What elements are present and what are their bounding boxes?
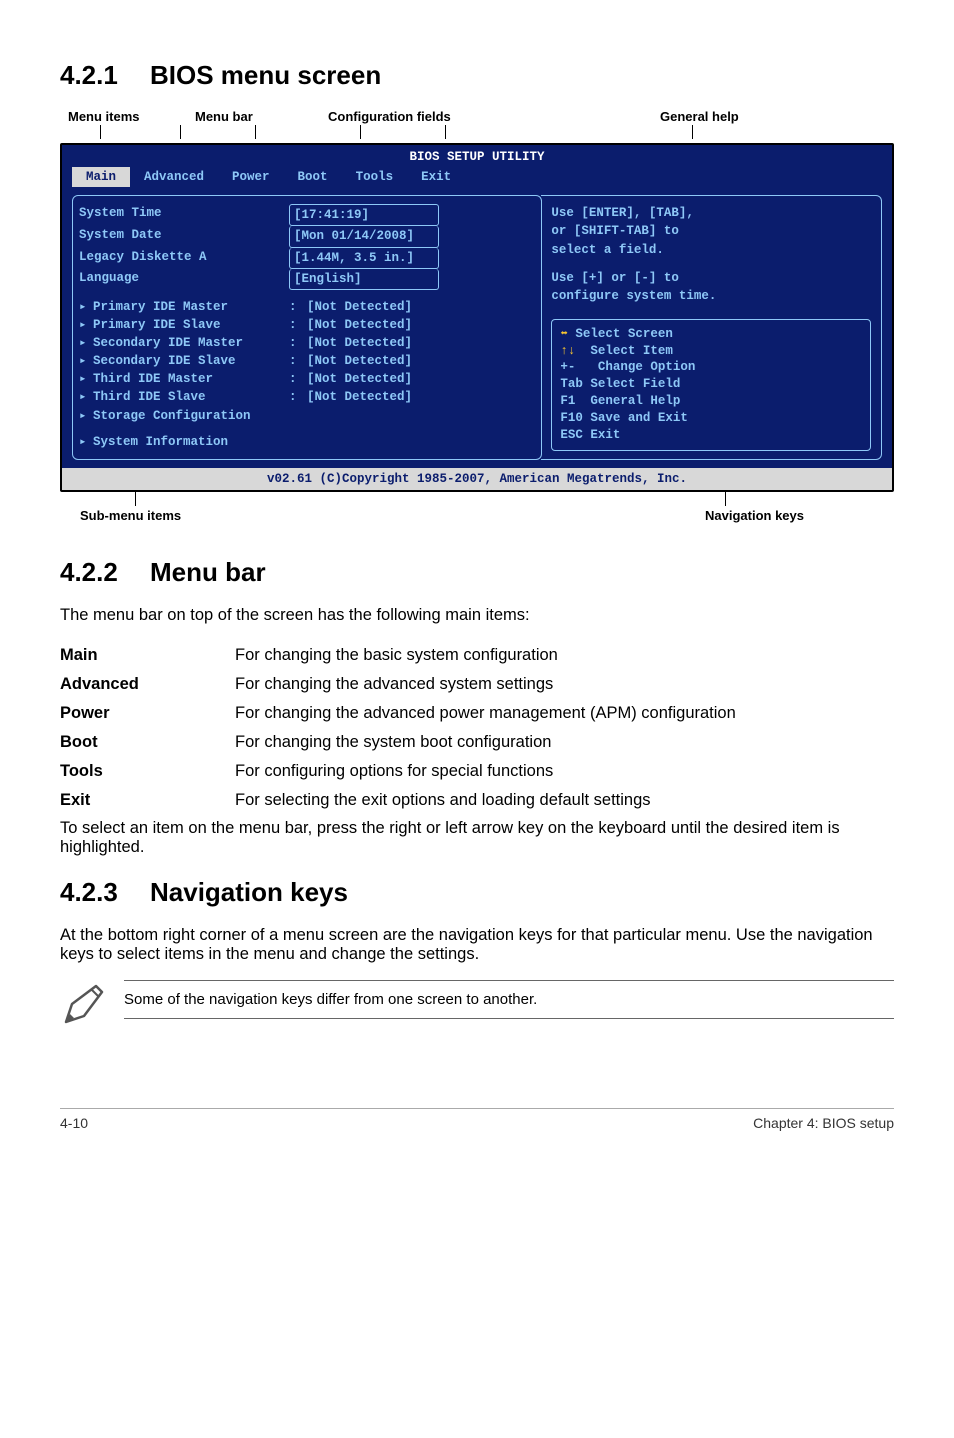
field-legacy-label: Legacy Diskette A (79, 248, 289, 269)
note-block: Some of the navigation keys differ from … (60, 980, 894, 1028)
def-term-boot: Boot (60, 728, 235, 757)
label-navigation-keys: Navigation keys (705, 508, 804, 523)
tab-advanced[interactable]: Advanced (130, 167, 218, 187)
field-tim-value: [Not Detected] (307, 370, 412, 388)
submenu-icon: ▸ (79, 352, 93, 370)
legend-line: ESC Exit (560, 427, 862, 444)
bios-right-panel: Use [ENTER], [TAB], or [SHIFT-TAB] to se… (541, 195, 882, 460)
submenu-icon: ▸ (79, 316, 93, 334)
section-number: 4.2.1 (60, 60, 150, 91)
def-term-power: Power (60, 699, 235, 728)
chapter-title: Chapter 4: BIOS setup (753, 1115, 894, 1131)
arrow-ud-icon: ↑↓ (560, 344, 575, 358)
legend-line: F1 General Help (560, 393, 862, 410)
label-menu-items: Menu items (68, 109, 140, 124)
field-language-value[interactable]: [English] (289, 269, 439, 290)
label-menu-bar: Menu bar (195, 109, 253, 124)
menubar-outro: To select an item on the menu bar, press… (60, 819, 894, 857)
bios-body: System Time[17:41:19] System Date[Mon 01… (62, 191, 892, 468)
def-term-main: Main (60, 641, 235, 670)
bios-footer: v02.61 (C)Copyright 1985-2007, American … (62, 468, 892, 490)
field-system-time-label: System Time (79, 204, 289, 226)
tab-exit[interactable]: Exit (407, 167, 465, 187)
field-system-time-value[interactable]: [17:41:19] (289, 204, 439, 226)
bios-menubar: Main Advanced Power Boot Tools Exit (62, 166, 892, 191)
menubar-definitions: MainFor changing the basic system config… (60, 641, 736, 815)
tab-power[interactable]: Power (218, 167, 284, 187)
legend-line: Select Screen (568, 327, 673, 341)
tab-tools[interactable]: Tools (342, 167, 408, 187)
def-desc-advanced: For changing the advanced system setting… (235, 670, 736, 699)
bios-title: BIOS SETUP UTILITY (62, 145, 892, 166)
below-labels: Sub-menu items Navigation keys (60, 508, 894, 523)
field-tis-label[interactable]: Third IDE Slave (93, 388, 206, 406)
field-sysinfo-label[interactable]: System Information (93, 433, 228, 451)
submenu-icon: ▸ (79, 298, 93, 316)
field-pis-value: [Not Detected] (307, 316, 412, 334)
def-term-exit: Exit (60, 786, 235, 815)
tab-main[interactable]: Main (72, 167, 130, 187)
field-language-label: Language (79, 269, 289, 290)
submenu-icon: ▸ (79, 388, 93, 406)
top-label-row: Menu items Menu bar Configuration fields… (60, 109, 894, 143)
submenu-icon: ▸ (79, 370, 93, 388)
field-sis-label[interactable]: Secondary IDE Slave (93, 352, 236, 370)
field-sim-label[interactable]: Secondary IDE Master (93, 334, 243, 352)
help-line: Use [ENTER], [TAB], (551, 204, 871, 222)
pencil-icon (60, 980, 108, 1028)
field-system-date-value[interactable]: [Mon 01/14/2008] (289, 226, 439, 247)
legend-line: Tab Select Field (560, 376, 862, 393)
legend-line: Select Item (575, 344, 673, 358)
def-term-tools: Tools (60, 757, 235, 786)
field-pis-label[interactable]: Primary IDE Slave (93, 316, 221, 334)
field-pim-label[interactable]: Primary IDE Master (93, 298, 228, 316)
bios-left-panel: System Time[17:41:19] System Date[Mon 01… (72, 195, 542, 460)
legend-line: F10 Save and Exit (560, 410, 862, 427)
def-term-advanced: Advanced (60, 670, 235, 699)
section-heading-421: 4.2.1BIOS menu screen (60, 60, 894, 91)
section-title-text: Navigation keys (150, 877, 348, 907)
field-sim-value: [Not Detected] (307, 334, 412, 352)
def-desc-exit: For selecting the exit options and loadi… (235, 786, 736, 815)
page-number: 4-10 (60, 1115, 88, 1131)
field-tis-value: [Not Detected] (307, 388, 412, 406)
tab-boot[interactable]: Boot (284, 167, 342, 187)
section-number: 4.2.2 (60, 557, 150, 588)
section-title-text: Menu bar (150, 557, 266, 587)
field-legacy-value[interactable]: [1.44M, 3.5 in.] (289, 248, 439, 269)
navkeys-text: At the bottom right corner of a menu scr… (60, 926, 894, 964)
section-heading-422: 4.2.2Menu bar (60, 557, 894, 588)
section-heading-423: 4.2.3Navigation keys (60, 877, 894, 908)
help-line: configure system time. (551, 287, 871, 305)
label-submenu-items: Sub-menu items (80, 508, 181, 523)
arrow-lr-icon: ⬌ (560, 327, 568, 341)
field-sis-value: [Not Detected] (307, 352, 412, 370)
help-line: or [SHIFT-TAB] to (551, 222, 871, 240)
def-desc-main: For changing the basic system configurat… (235, 641, 736, 670)
def-desc-boot: For changing the system boot configurati… (235, 728, 736, 757)
note-text: Some of the navigation keys differ from … (124, 980, 894, 1019)
bios-screen: BIOS SETUP UTILITY Main Advanced Power B… (60, 143, 894, 492)
page-footer: 4-10 Chapter 4: BIOS setup (60, 1108, 894, 1131)
field-storage-label[interactable]: Storage Configuration (93, 407, 251, 425)
section-title-text: BIOS menu screen (150, 60, 381, 90)
bios-legend: ⬌ Select Screen ↑↓ Select Item +- Change… (551, 319, 871, 451)
label-config-fields: Configuration fields (328, 109, 451, 124)
label-general-help: General help (660, 109, 739, 124)
field-system-date-label: System Date (79, 226, 289, 247)
menubar-intro: The menu bar on top of the screen has th… (60, 606, 894, 625)
submenu-icon: ▸ (79, 433, 93, 451)
help-line: select a field. (551, 241, 871, 259)
bios-help-text: Use [ENTER], [TAB], or [SHIFT-TAB] to se… (551, 204, 871, 305)
legend-line: +- Change Option (560, 359, 862, 376)
field-tim-label[interactable]: Third IDE Master (93, 370, 213, 388)
submenu-icon: ▸ (79, 334, 93, 352)
def-desc-tools: For configuring options for special func… (235, 757, 736, 786)
submenu-icon: ▸ (79, 407, 93, 425)
help-line: Use [+] or [-] to (551, 269, 871, 287)
section-number: 4.2.3 (60, 877, 150, 908)
field-pim-value: [Not Detected] (307, 298, 412, 316)
def-desc-power: For changing the advanced power manageme… (235, 699, 736, 728)
